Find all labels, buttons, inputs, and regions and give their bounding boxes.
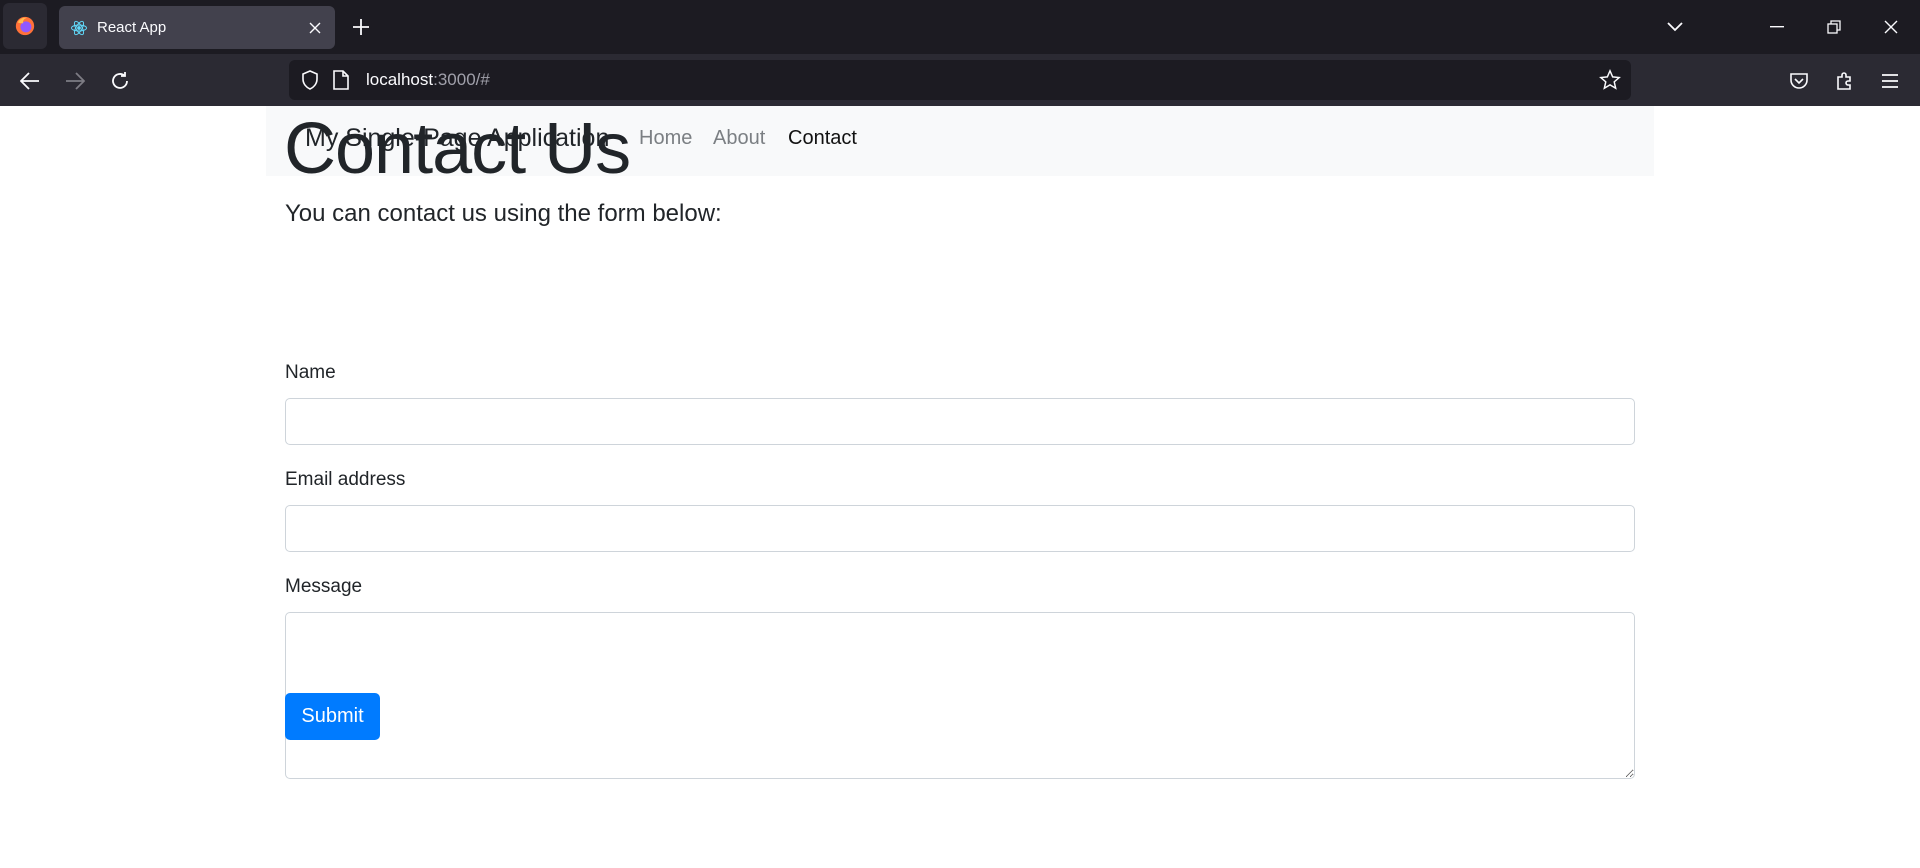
page-title: Contact Us bbox=[284, 109, 631, 189]
page-info-icon[interactable] bbox=[333, 70, 349, 94]
address-bar[interactable]: localhost:3000/# bbox=[289, 60, 1631, 100]
shield-tracking-protection-icon[interactable] bbox=[300, 70, 320, 94]
tab-close-icon[interactable] bbox=[305, 18, 325, 38]
new-tab-plus-icon[interactable] bbox=[348, 14, 374, 40]
submit-button[interactable]: Submit bbox=[285, 693, 380, 740]
browser-tab-react-app[interactable]: React App bbox=[59, 6, 335, 49]
message-textarea[interactable] bbox=[285, 612, 1635, 779]
restore-icon[interactable] bbox=[1819, 12, 1849, 42]
firefox-menu-button[interactable] bbox=[3, 3, 47, 49]
list-all-tabs-chevron-down-icon[interactable] bbox=[1660, 12, 1690, 42]
back-arrow-icon[interactable] bbox=[15, 66, 45, 96]
bookmark-star-icon[interactable] bbox=[1599, 69, 1621, 95]
nav-link-contact[interactable]: Contact bbox=[788, 127, 857, 150]
browser-navigation-bar: localhost:3000/# bbox=[0, 54, 1920, 106]
minimize-icon[interactable] bbox=[1762, 12, 1792, 42]
extensions-puzzle-icon[interactable] bbox=[1830, 66, 1860, 96]
forward-arrow-icon[interactable] bbox=[60, 66, 90, 96]
url-host: localhost bbox=[366, 70, 434, 89]
email-label: Email address bbox=[285, 469, 406, 490]
url-path: :3000/# bbox=[433, 70, 490, 89]
tab-title: React App bbox=[97, 19, 167, 36]
close-window-icon[interactable] bbox=[1876, 12, 1906, 42]
react-logo-icon bbox=[69, 18, 89, 38]
email-input[interactable] bbox=[285, 505, 1635, 552]
reload-icon[interactable] bbox=[105, 66, 135, 96]
name-label: Name bbox=[285, 362, 336, 383]
name-input[interactable] bbox=[285, 398, 1635, 445]
browser-tab-bar: React App bbox=[0, 0, 1920, 54]
nav-link-home[interactable]: Home bbox=[639, 127, 692, 150]
hamburger-menu-icon[interactable] bbox=[1875, 66, 1905, 96]
pocket-icon[interactable] bbox=[1784, 66, 1814, 96]
firefox-logo-icon bbox=[15, 16, 35, 36]
page-lead-text: You can contact us using the form below: bbox=[285, 200, 722, 227]
nav-link-about[interactable]: About bbox=[713, 127, 765, 150]
message-label: Message bbox=[285, 576, 363, 597]
url-text[interactable]: localhost:3000/# bbox=[366, 70, 490, 90]
